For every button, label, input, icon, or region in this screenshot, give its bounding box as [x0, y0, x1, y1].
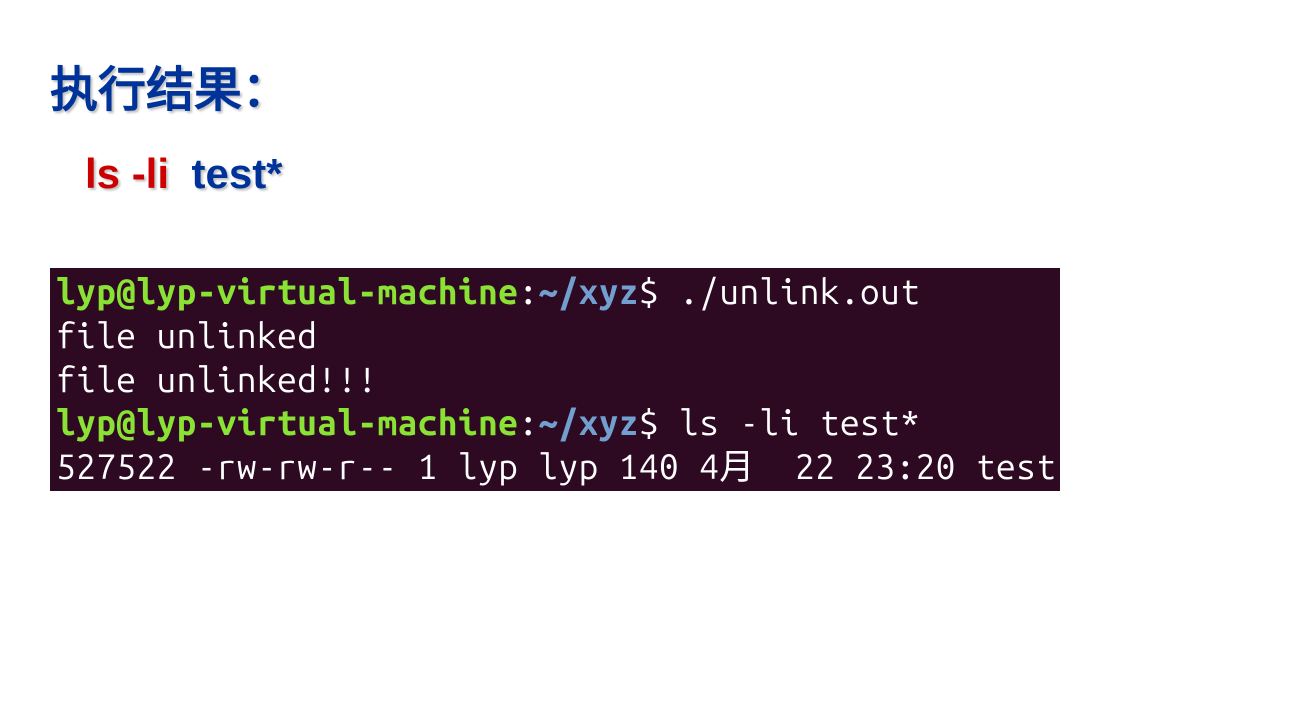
terminal-prompt-sep: :: [518, 271, 538, 311]
terminal-prompt-user: lyp@lyp-virtual-machine: [56, 271, 518, 311]
terminal-prompt-dollar-2: $: [639, 402, 679, 442]
heading-title: 执行结果：: [50, 50, 1248, 120]
terminal-prompt-user-2: lyp@lyp-virtual-machine: [56, 402, 518, 442]
terminal-window: lyp@lyp-virtual-machine:~/xyz$ ./unlink.…: [50, 268, 1060, 491]
terminal-prompt-path-2: ~/xyz: [538, 402, 639, 442]
terminal-command-1: ./unlink.out: [679, 271, 920, 311]
terminal-output-2: file unlinked!!!: [56, 359, 378, 399]
terminal-output-1: file unlinked: [56, 315, 317, 355]
command-red-part: ls -li: [85, 150, 169, 197]
terminal-command-2: ls -li test*: [679, 402, 920, 442]
command-display: ls -li test*: [85, 150, 1248, 198]
terminal-prompt-dollar: $: [639, 271, 679, 311]
command-blue-part: test*: [191, 150, 282, 197]
terminal-output-3: 527522 -rw-rw-r-- 1 lyp lyp 140 4月 22 23…: [56, 446, 1056, 486]
terminal-prompt-sep-2: :: [518, 402, 538, 442]
terminal-prompt-path: ~/xyz: [538, 271, 639, 311]
